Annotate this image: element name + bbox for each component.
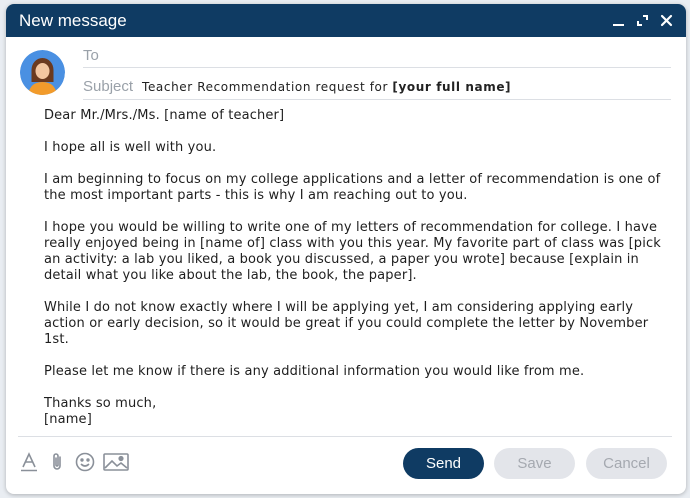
toolbar-divider (18, 436, 672, 437)
avatar (20, 50, 65, 95)
body-greeting: Dear Mr./Mrs./Ms. [name of teacher] (44, 108, 285, 123)
body-paragraph: I hope all is well with you. (44, 140, 217, 155)
body-paragraph: While I do not know exactly where I will… (44, 300, 649, 347)
paperclip-icon[interactable] (46, 450, 68, 474)
subject-label: Subject (83, 78, 134, 95)
expand-icon[interactable] (635, 13, 650, 28)
body-paragraph: I am beginning to focus on my college ap… (44, 172, 661, 203)
subject-text: Teacher Recommendation request for (142, 79, 393, 94)
to-input[interactable] (106, 44, 671, 67)
window-controls (611, 13, 674, 28)
emoji-icon[interactable] (74, 450, 96, 474)
close-icon[interactable] (659, 13, 674, 28)
save-button[interactable]: Save (494, 448, 575, 479)
cancel-button[interactable]: Cancel (586, 448, 667, 479)
text-format-icon[interactable] (18, 450, 40, 474)
window-title: New message (19, 10, 127, 30)
to-field[interactable]: To (83, 44, 671, 68)
compose-titlebar: New message (6, 4, 686, 37)
subject-field[interactable]: Subject Teacher Recommendation request f… (83, 74, 671, 100)
compose-toolbar (18, 450, 130, 474)
body-paragraph: Please let me know if there is any addit… (44, 364, 585, 379)
message-body[interactable]: Dear Mr./Mrs./Ms. [name of teacher] I ho… (44, 108, 674, 428)
subject-placeholder-name: [your full name] (392, 79, 512, 94)
to-label: To (83, 47, 99, 64)
subject-value[interactable]: Teacher Recommendation request for [your… (142, 80, 511, 94)
image-icon[interactable] (102, 450, 130, 474)
send-button[interactable]: Send (403, 448, 484, 479)
body-paragraph: I hope you would be willing to write one… (44, 220, 661, 283)
compose-window: New message To Subject Teacher Recommend… (6, 4, 686, 494)
minimize-icon[interactable] (611, 13, 626, 28)
body-signature: [name] (44, 412, 92, 427)
body-closing: Thanks so much, (44, 396, 157, 411)
